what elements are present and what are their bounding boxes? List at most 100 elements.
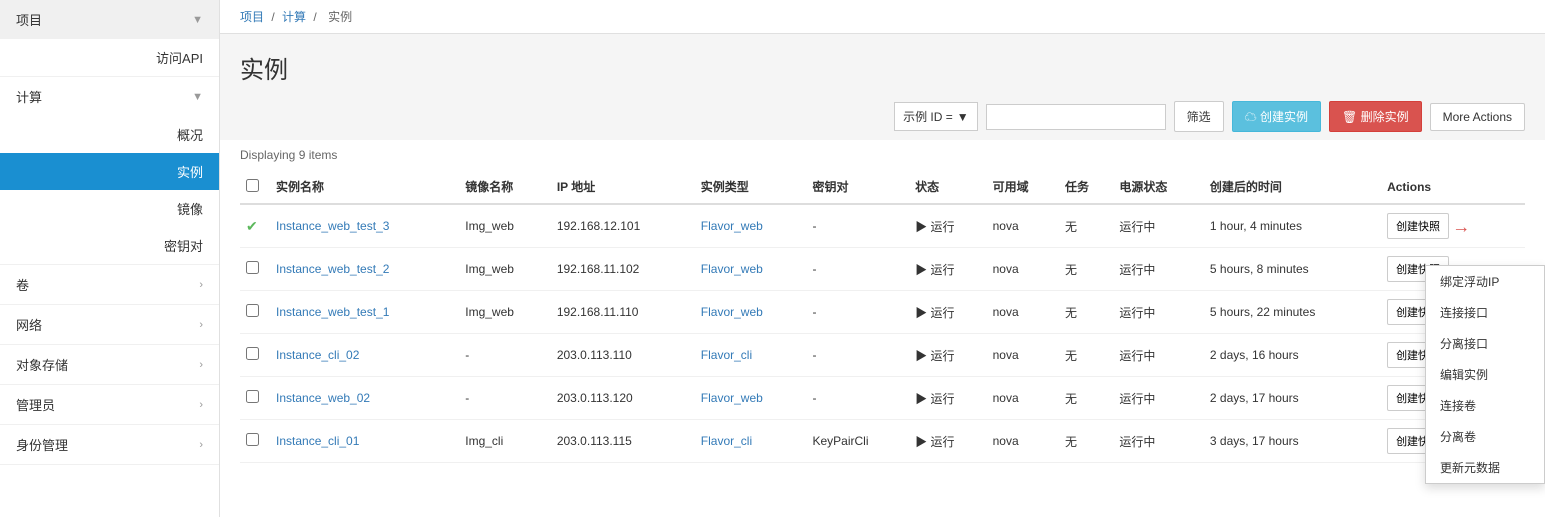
dropdown-menu-item[interactable]: 编辑实例 (1426, 359, 1544, 390)
table-row: Instance_web_test_1Img_web192.168.11.110… (240, 291, 1525, 334)
row-checkbox[interactable] (246, 304, 259, 317)
instance-name-link[interactable]: Instance_cli_02 (276, 348, 359, 362)
row-checkbox[interactable] (246, 433, 259, 446)
table-row: ✔Instance_web_test_3Img_web192.168.12.10… (240, 204, 1525, 248)
chevron-right-icon: › (199, 399, 203, 411)
col-header-keypair: 密钥对 (807, 170, 910, 204)
display-count: Displaying 9 items (240, 140, 1525, 170)
sidebar: 项目 ▼ 访问API 计算 ▼ 概况 实例 镜像 密钥对 卷 › 网络 (0, 0, 220, 517)
admin-label: 管理员 (16, 395, 55, 414)
table-row: Instance_cli_02-203.0.113.110Flavor_cli-… (240, 334, 1525, 377)
table-row: Instance_web_02-203.0.113.120Flavor_web-… (240, 377, 1525, 420)
instance-name-link[interactable]: Instance_web_test_2 (276, 262, 389, 276)
filter-select[interactable]: 示例 ID = ▼ (894, 102, 978, 131)
col-header-ip: IP 地址 (551, 170, 695, 204)
create-instance-button[interactable]: ☁ 创建实例 (1232, 101, 1321, 132)
col-header-status: 状态 (909, 170, 986, 204)
breadcrumb-instances: 实例 (328, 10, 352, 24)
dropdown-menu-item[interactable]: 分离卷 (1426, 421, 1544, 452)
network-label: 网络 (16, 315, 42, 334)
select-all-checkbox[interactable] (246, 179, 259, 192)
sidebar-item-identity[interactable]: 身份管理 › (0, 425, 219, 464)
trash-icon: 🗑 (1342, 110, 1361, 124)
page-header: 实例 (220, 34, 1545, 93)
sidebar-item-instances[interactable]: 实例 (0, 153, 219, 190)
status-badge: ▶ 运行 (915, 392, 954, 406)
volumes-label: 卷 (16, 275, 29, 294)
col-header-az: 可用域 (987, 170, 1059, 204)
col-header-actions: Actions (1381, 170, 1525, 204)
table-row: Instance_cli_01Img_cli203.0.113.115Flavo… (240, 420, 1525, 463)
table-row: Instance_web_test_2Img_web192.168.11.102… (240, 248, 1525, 291)
filter-dropdown-icon: ▼ (957, 110, 969, 124)
cloud-icon: ☁ (1245, 110, 1260, 124)
flavor-link[interactable]: Flavor_web (701, 305, 763, 319)
dropdown-menu-item[interactable]: 分离接口 (1426, 328, 1544, 359)
arrow-indicator: → (1452, 216, 1470, 236)
row-checkbox[interactable] (246, 347, 259, 360)
instance-name-link[interactable]: Instance_cli_01 (276, 434, 359, 448)
col-header-time: 创建后的时间 (1204, 170, 1381, 204)
flavor-link[interactable]: Flavor_web (701, 391, 763, 405)
sidebar-item-volumes[interactable]: 卷 › (0, 265, 219, 304)
chevron-down-icon: ▼ (192, 14, 203, 26)
breadcrumb: 项目 / 计算 / 实例 (220, 0, 1545, 34)
col-header-power: 电源状态 (1113, 170, 1204, 204)
sidebar-item-overview[interactable]: 概况 (0, 116, 219, 153)
col-header-image: 镜像名称 (459, 170, 551, 204)
filter-button[interactable]: 筛选 (1174, 101, 1224, 132)
sidebar-item-images[interactable]: 镜像 (0, 190, 219, 227)
filter-input[interactable] (986, 104, 1166, 130)
chevron-right-icon: › (199, 439, 203, 451)
instance-name-link[interactable]: Instance_web_test_1 (276, 305, 389, 319)
breadcrumb-compute[interactable]: 计算 (282, 10, 306, 24)
toolbar: 示例 ID = ▼ 筛选 ☁ 创建实例 🗑 删除实例 More Actions (220, 93, 1545, 140)
chevron-right-icon: › (199, 319, 203, 331)
flavor-link[interactable]: Flavor_cli (701, 434, 752, 448)
instance-name-link[interactable]: Instance_web_test_3 (276, 219, 389, 233)
status-badge: ▶ 运行 (915, 435, 954, 449)
sidebar-item-object-storage[interactable]: 对象存储 › (0, 345, 219, 384)
chevron-right-icon: › (199, 279, 203, 291)
status-badge: ▶ 运行 (915, 220, 954, 234)
col-header-name: 实例名称 (270, 170, 459, 204)
table-area: Displaying 9 items 实例名称 镜像名称 IP 地址 实例类型 … (220, 140, 1545, 517)
create-snapshot-button[interactable]: 创建快照 (1387, 213, 1449, 239)
sidebar-item-project[interactable]: 项目 ▼ (0, 0, 219, 39)
sidebar-item-compute[interactable]: 计算 ▼ (0, 77, 219, 116)
sidebar-item-network[interactable]: 网络 › (0, 305, 219, 344)
delete-instance-button[interactable]: 🗑 删除实例 (1329, 101, 1422, 132)
sidebar-item-keypairs[interactable]: 密钥对 (0, 227, 219, 264)
dropdown-menu-item[interactable]: 绑定浮动IP (1426, 266, 1544, 297)
more-actions-button[interactable]: More Actions (1430, 103, 1525, 131)
object-storage-label: 对象存储 (16, 355, 68, 374)
row-checkbox[interactable] (246, 390, 259, 403)
chevron-right-icon: › (199, 359, 203, 371)
filter-select-label: 示例 ID = (903, 108, 953, 125)
dropdown-menu-item[interactable]: 更新元数据 (1426, 452, 1544, 483)
project-label: 项目 (16, 10, 42, 29)
chevron-down-icon: ▼ (192, 91, 203, 103)
compute-label: 计算 (16, 87, 42, 106)
main-content: 项目 / 计算 / 实例 实例 示例 ID = ▼ 筛选 ☁ 创建实例 🗑 删除… (220, 0, 1545, 517)
sidebar-item-admin[interactable]: 管理员 › (0, 385, 219, 424)
row-checkbox[interactable] (246, 261, 259, 274)
identity-label: 身份管理 (16, 435, 68, 454)
breadcrumb-project[interactable]: 项目 (240, 10, 264, 24)
dropdown-menu-item[interactable]: 连接接口 (1426, 297, 1544, 328)
dropdown-menu-item[interactable]: 连接卷 (1426, 390, 1544, 421)
sidebar-item-access-api[interactable]: 访问API (0, 39, 219, 76)
instance-name-link[interactable]: Instance_web_02 (276, 391, 370, 405)
flavor-link[interactable]: Flavor_web (701, 219, 763, 233)
status-badge: ▶ 运行 (915, 349, 954, 363)
flavor-link[interactable]: Flavor_web (701, 262, 763, 276)
status-badge: ▶ 运行 (915, 263, 954, 277)
actions-dropdown-menu: 绑定浮动IP连接接口分离接口编辑实例连接卷分离卷更新元数据 (1425, 265, 1545, 484)
flavor-link[interactable]: Flavor_cli (701, 348, 752, 362)
instances-table: 实例名称 镜像名称 IP 地址 实例类型 密钥对 状态 可用域 任务 电源状态 … (240, 170, 1525, 463)
status-badge: ▶ 运行 (915, 306, 954, 320)
col-header-task: 任务 (1059, 170, 1113, 204)
checked-icon: ✔ (246, 218, 258, 234)
page-title: 实例 (240, 50, 1525, 85)
col-header-flavor: 实例类型 (695, 170, 807, 204)
